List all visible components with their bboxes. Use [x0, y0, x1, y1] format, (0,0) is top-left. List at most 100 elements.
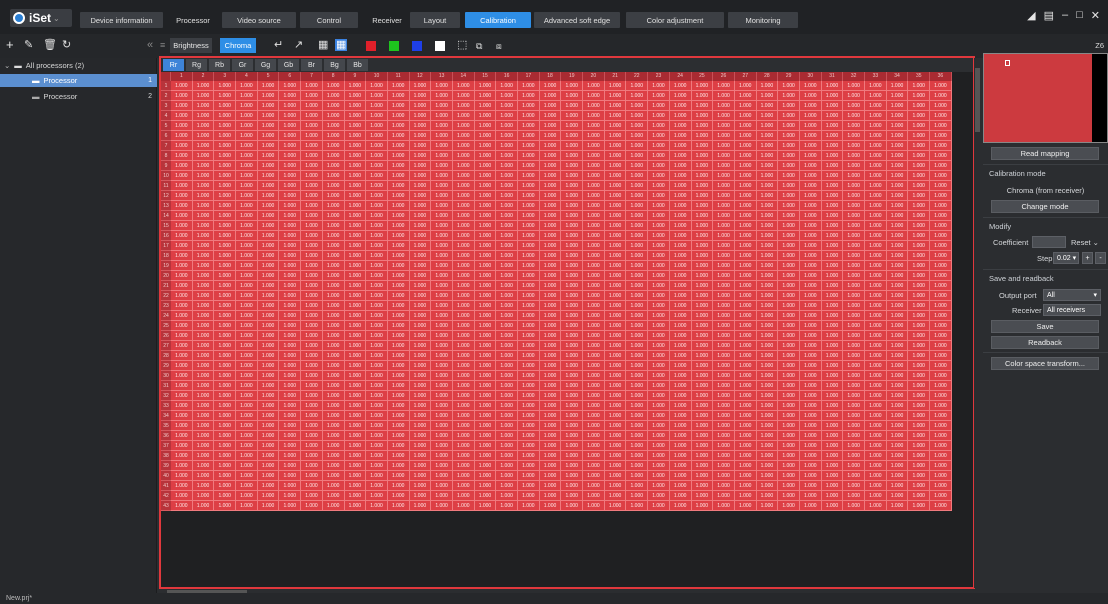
grid-cell[interactable]: 1.000: [496, 171, 518, 181]
grid-cell[interactable]: 1.000: [344, 201, 367, 211]
grid-cell[interactable]: 1.000: [756, 501, 779, 511]
grid-cell[interactable]: 1.000: [518, 271, 540, 281]
column-header[interactable]: 20: [583, 72, 605, 81]
grid-cell[interactable]: 1.000: [322, 431, 345, 441]
grid-cell[interactable]: 1.000: [930, 181, 952, 191]
grid-cell[interactable]: 1.000: [496, 391, 518, 401]
grid-cell[interactable]: 1.000: [257, 411, 280, 421]
grid-cell[interactable]: 1.000: [171, 421, 193, 431]
grid-cell[interactable]: 1.000: [778, 101, 800, 111]
grid-cell[interactable]: 1.000: [344, 321, 367, 331]
grid-cell[interactable]: 1.000: [366, 271, 388, 281]
column-header[interactable]: 19: [561, 72, 584, 81]
grid-cell[interactable]: 1.000: [821, 231, 844, 241]
grid-cell[interactable]: 1.000: [778, 121, 800, 131]
grid-cell[interactable]: 1.000: [496, 461, 518, 471]
grid-cell[interactable]: 1.000: [496, 451, 518, 461]
grid-cell[interactable]: 1.000: [843, 461, 865, 471]
grid-cell[interactable]: 1.000: [474, 491, 497, 501]
grid-cell[interactable]: 1.000: [821, 411, 844, 421]
grid-cell[interactable]: 1.000: [886, 111, 909, 121]
grid-cell[interactable]: 1.000: [301, 231, 323, 241]
grid-cell[interactable]: 1.000: [691, 201, 714, 211]
refresh-icon[interactable]: ↻: [62, 39, 71, 51]
grid-cell[interactable]: 1.000: [669, 321, 692, 331]
grid-cell[interactable]: 1.000: [583, 401, 605, 411]
grid-cell[interactable]: 1.000: [648, 161, 670, 171]
grid-cell[interactable]: 1.000: [539, 441, 562, 451]
grid-cell[interactable]: 1.000: [561, 411, 584, 421]
grid-cell[interactable]: 1.000: [691, 441, 714, 451]
grid-cell[interactable]: 1.000: [539, 481, 562, 491]
grid-cell[interactable]: 1.000: [865, 201, 887, 211]
grid-cell[interactable]: 1.000: [778, 261, 800, 271]
grid-cell[interactable]: 1.000: [843, 121, 865, 131]
grid-cell[interactable]: 1.000: [561, 481, 584, 491]
grid-cell[interactable]: 1.000: [387, 411, 410, 421]
grid-cell[interactable]: 1.000: [322, 311, 345, 321]
grid-cell[interactable]: 1.000: [821, 91, 844, 101]
grid-cell[interactable]: 1.000: [756, 481, 779, 491]
grid-cell[interactable]: 1.000: [344, 221, 367, 231]
row-header[interactable]: 5: [161, 121, 171, 131]
grid-cell[interactable]: 1.000: [648, 361, 670, 371]
grid-cell[interactable]: 1.000: [301, 411, 323, 421]
grid-cell[interactable]: 1.000: [756, 211, 779, 221]
grid-cell[interactable]: 1.000: [474, 121, 497, 131]
grid-cell[interactable]: 1.000: [843, 101, 865, 111]
column-header[interactable]: 24: [669, 72, 692, 81]
grid-cell[interactable]: 1.000: [496, 421, 518, 431]
grid-cell[interactable]: 1.000: [561, 191, 584, 201]
grid-cell[interactable]: 1.000: [539, 91, 562, 101]
grid-cell[interactable]: 1.000: [648, 271, 670, 281]
grid-cell[interactable]: 1.000: [821, 381, 844, 391]
grid-cell[interactable]: 1.000: [171, 271, 193, 281]
grid-cell[interactable]: 1.000: [214, 281, 237, 291]
grid-cell[interactable]: 1.000: [886, 401, 909, 411]
grid-cell[interactable]: 1.000: [865, 441, 887, 451]
grid-cell[interactable]: 1.000: [409, 501, 432, 511]
grid-cell[interactable]: 1.000: [930, 161, 952, 171]
grid-cell[interactable]: 1.000: [865, 461, 887, 471]
grid-cell[interactable]: 1.000: [322, 491, 345, 501]
row-header[interactable]: 16: [161, 231, 171, 241]
grid-cell[interactable]: 1.000: [301, 431, 323, 441]
grid-cell[interactable]: 1.000: [713, 181, 735, 191]
grid-cell[interactable]: 1.000: [626, 431, 649, 441]
grid-cell[interactable]: 1.000: [539, 141, 562, 151]
grid-cell[interactable]: 1.000: [669, 261, 692, 271]
grid-cell[interactable]: 1.000: [561, 281, 584, 291]
grid-cell[interactable]: 1.000: [431, 321, 453, 331]
grid-cell[interactable]: 1.000: [843, 91, 865, 101]
grid-cell[interactable]: 1.000: [257, 331, 280, 341]
grid-cell[interactable]: 1.000: [214, 481, 237, 491]
grid-cell[interactable]: 1.000: [192, 181, 215, 191]
grid-cell[interactable]: 1.000: [886, 251, 909, 261]
grid-cell[interactable]: 1.000: [908, 331, 931, 341]
grid-cell[interactable]: 1.000: [539, 261, 562, 271]
grid-cell[interactable]: 1.000: [843, 131, 865, 141]
grid-cell[interactable]: 1.000: [561, 181, 584, 191]
grid-cell[interactable]: 1.000: [756, 361, 779, 371]
grid-cell[interactable]: 1.000: [713, 161, 735, 171]
grid-cell[interactable]: 1.000: [171, 111, 193, 121]
grid-cell[interactable]: 1.000: [669, 471, 692, 481]
grid-cell[interactable]: 1.000: [626, 331, 649, 341]
grid-cell[interactable]: 1.000: [821, 471, 844, 481]
grid-cell[interactable]: 1.000: [626, 461, 649, 471]
grid-cell[interactable]: 1.000: [669, 231, 692, 241]
row-header[interactable]: 43: [161, 501, 171, 511]
grid-cell[interactable]: 1.000: [626, 211, 649, 221]
grid-cell[interactable]: 1.000: [648, 371, 670, 381]
grid-cell[interactable]: 1.000: [236, 101, 258, 111]
grid-cell[interactable]: 1.000: [474, 181, 497, 191]
grid-cell[interactable]: 1.000: [387, 491, 410, 501]
grid-cell[interactable]: 1.000: [713, 121, 735, 131]
grid-cell[interactable]: 1.000: [561, 211, 584, 221]
grid-cell[interactable]: 1.000: [171, 81, 193, 91]
grid-cell[interactable]: 1.000: [279, 91, 302, 101]
grid-cell[interactable]: 1.000: [409, 301, 432, 311]
grid-cell[interactable]: 1.000: [496, 191, 518, 201]
grid-cell[interactable]: 1.000: [778, 81, 800, 91]
grid-cell[interactable]: 1.000: [626, 141, 649, 151]
